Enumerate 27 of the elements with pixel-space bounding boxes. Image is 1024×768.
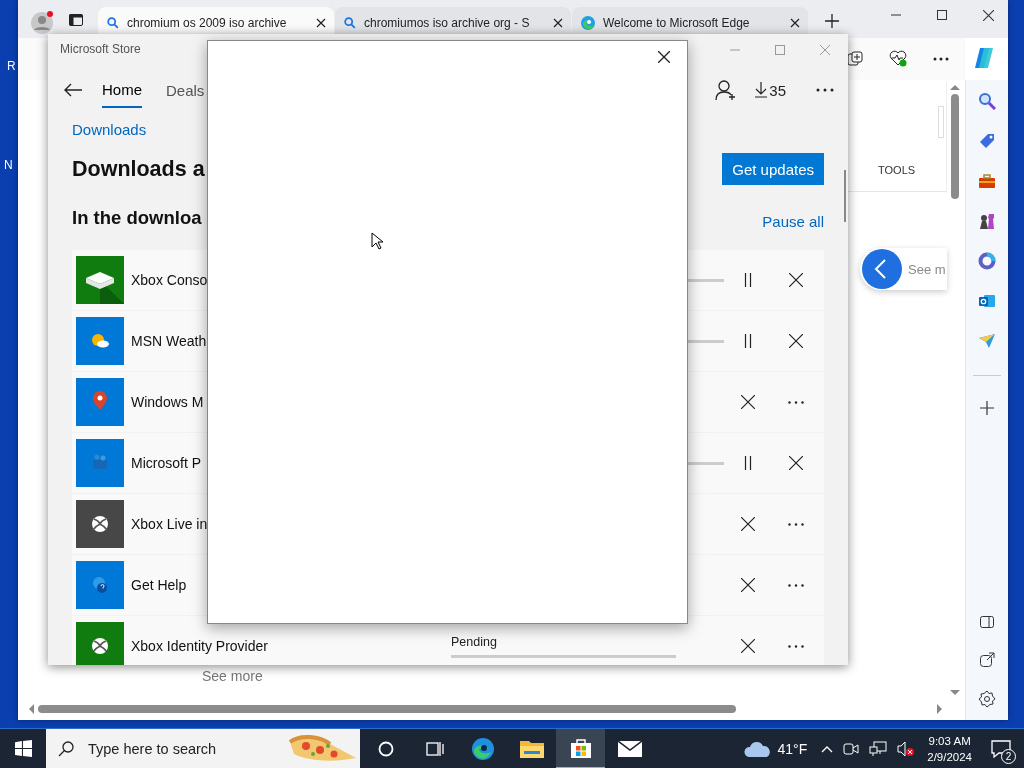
get-updates-button[interactable]: Get updates xyxy=(722,153,824,185)
tools-label: TOOLS xyxy=(878,164,916,176)
clock[interactable]: 9:03 AM 2/9/2024 xyxy=(927,732,972,765)
app-name: Xbox Identity Provider xyxy=(130,638,269,654)
breadcrumb-link[interactable]: Downloads xyxy=(72,121,147,138)
page-heading: Downloads a xyxy=(72,156,205,182)
app-name: Get Help xyxy=(130,577,188,593)
window-title: Microsoft Store xyxy=(60,41,141,56)
notification-count: 2 xyxy=(1001,748,1016,764)
nav-tab[interactable]: Deals xyxy=(166,73,205,107)
desktop-icon-label: R xyxy=(7,59,16,73)
app-name: MSN Weath xyxy=(130,333,208,349)
notification-button[interactable]: 2 xyxy=(986,733,1016,764)
status-text: Pending xyxy=(451,634,498,649)
pause-all-link[interactable]: Pause all xyxy=(762,213,824,230)
app-name: Xbox Live in xyxy=(130,516,209,532)
desktop-icon-label: N xyxy=(4,158,13,172)
app-name: Microsoft P xyxy=(130,455,202,471)
app-name: Xbox Conso xyxy=(130,272,209,288)
section-heading: In the downloa xyxy=(72,206,202,229)
see-more-link[interactable]: See more xyxy=(202,668,263,684)
search-field[interactable]: Type here to search xyxy=(46,728,360,768)
see-more-button[interactable]: See m xyxy=(860,248,947,290)
nav-tab[interactable]: Home xyxy=(102,72,142,108)
app-name: Windows M xyxy=(130,394,205,410)
weather-widget[interactable]: 41°F xyxy=(743,740,808,757)
downloads-button[interactable]: 35 xyxy=(755,81,786,99)
